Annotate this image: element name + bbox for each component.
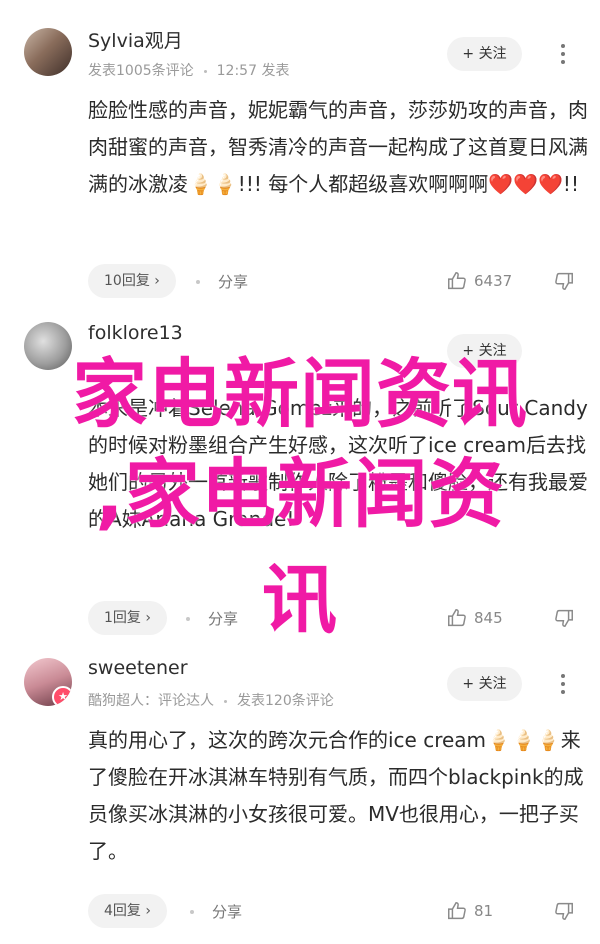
- avatar[interactable]: ★: [24, 658, 72, 706]
- avatar[interactable]: [24, 28, 72, 76]
- comment-meta: 发表1005条评论 12:57 发表: [88, 63, 290, 79]
- username[interactable]: sweetener: [88, 657, 188, 679]
- share-button[interactable]: 分享: [212, 901, 242, 922]
- thumbs-down-icon: [555, 272, 573, 290]
- thumbs-down-icon: [555, 902, 573, 920]
- replies-button[interactable]: 4回复 ›: [88, 894, 167, 928]
- separator-dot: [196, 280, 200, 284]
- thumbs-up-icon: [448, 902, 466, 920]
- follow-button[interactable]: + 关注: [447, 667, 522, 701]
- overlay-line-3: 讯: [261, 556, 338, 644]
- thumbs-up-icon: [448, 272, 466, 290]
- dislike-button[interactable]: [553, 900, 575, 922]
- like-button[interactable]: 6437: [446, 270, 512, 292]
- comment-meta: 酷狗超人：评论达人 发表120条评论: [88, 693, 334, 709]
- comment-body: 脸脸性感的声音，妮妮霸气的声音，莎莎奶攻的声音，肉肉甜蜜的声音，智秀清冷的声音一…: [88, 98, 588, 196]
- more-vertical-icon[interactable]: [556, 40, 570, 68]
- overlay-line-2: ,家电新闻资: [95, 450, 505, 538]
- follow-button[interactable]: + 关注: [447, 37, 522, 71]
- star-badge-icon: ★: [52, 686, 72, 706]
- separator-dot: [190, 910, 194, 914]
- like-button[interactable]: 81: [446, 900, 493, 922]
- more-vertical-icon[interactable]: [556, 670, 570, 698]
- comment-body: 真的用心了，这次的跨次元合作的ice cream🍦🍦🍦来了傻脸在开冰淇淋车特别有…: [88, 728, 584, 863]
- replies-button[interactable]: 10回复 ›: [88, 264, 176, 298]
- share-button[interactable]: 分享: [218, 271, 248, 292]
- watermark-overlay: 家电新闻资讯 ,家电新闻资 讯: [0, 340, 600, 654]
- overlay-line-1: 家电新闻资讯: [71, 350, 528, 438]
- dislike-button[interactable]: [553, 270, 575, 292]
- username[interactable]: Sylvia观月: [88, 26, 183, 53]
